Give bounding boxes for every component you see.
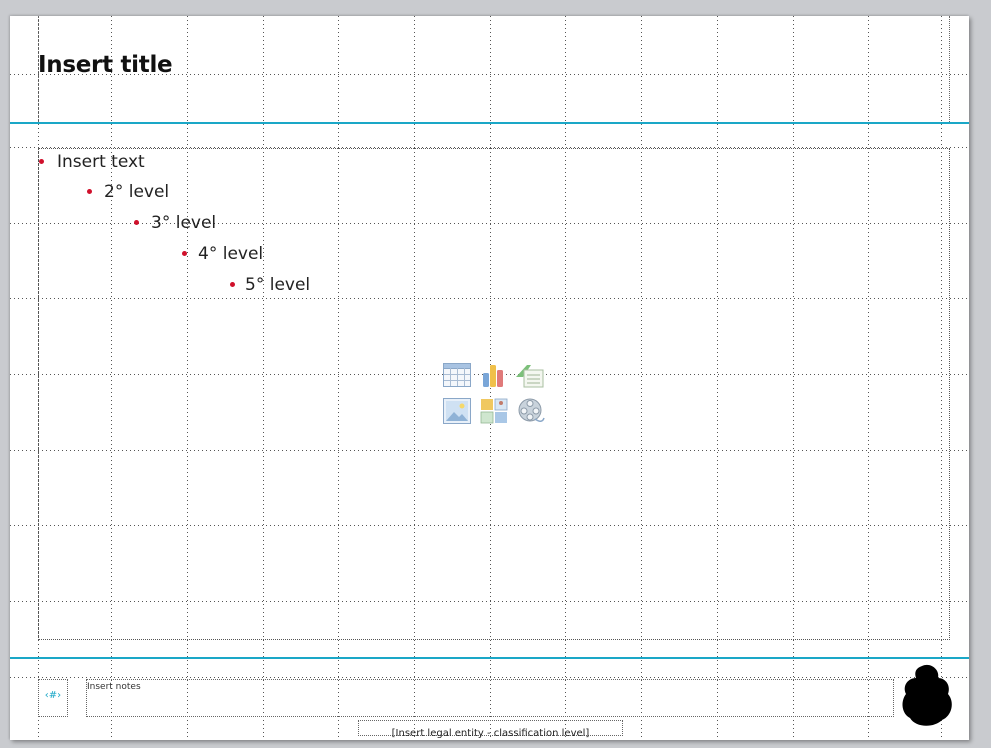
insert-media-icon[interactable] <box>515 397 545 425</box>
header-divider <box>10 122 969 124</box>
brand-logo-mark <box>902 664 952 726</box>
notes-text: Insert notes <box>87 682 141 692</box>
insert-picture-icon[interactable] <box>442 397 472 425</box>
body-text-level-1[interactable]: Insert text <box>57 152 145 172</box>
title-placeholder[interactable] <box>38 16 950 122</box>
slide-title[interactable]: Insert title <box>38 52 173 78</box>
body-text-level-4[interactable]: 4° level <box>198 244 263 264</box>
bullet-level-3-dot <box>134 220 139 225</box>
legal-placeholder[interactable]: [Insert legal entity - classification le… <box>358 720 623 739</box>
slide-canvas[interactable]: Insert title Insert text 2° level 3° lev… <box>10 16 969 740</box>
content-insert-icons <box>442 361 546 427</box>
notes-placeholder[interactable]: Insert notes <box>86 679 894 717</box>
bullet-level-5-dot <box>230 282 235 287</box>
slide-number-placeholder[interactable]: ‹#› <box>38 679 68 717</box>
slide-number: ‹#› <box>44 690 62 701</box>
bullet-level-2-dot <box>87 189 92 194</box>
body-text-level-3[interactable]: 3° level <box>151 213 216 233</box>
body-text-level-2[interactable]: 2° level <box>104 182 169 202</box>
body-text-level-5[interactable]: 5° level <box>245 275 310 295</box>
insert-chart-icon[interactable] <box>479 361 509 389</box>
footer-divider <box>10 657 969 659</box>
insert-smartart-icon[interactable] <box>515 361 545 389</box>
insert-table-icon[interactable] <box>442 361 472 389</box>
insert-clipart-icon[interactable] <box>479 397 509 425</box>
bullet-level-1-dot <box>39 159 44 164</box>
legal-text: [Insert legal entity - classification le… <box>391 728 590 739</box>
bullet-level-4-dot <box>182 251 187 256</box>
